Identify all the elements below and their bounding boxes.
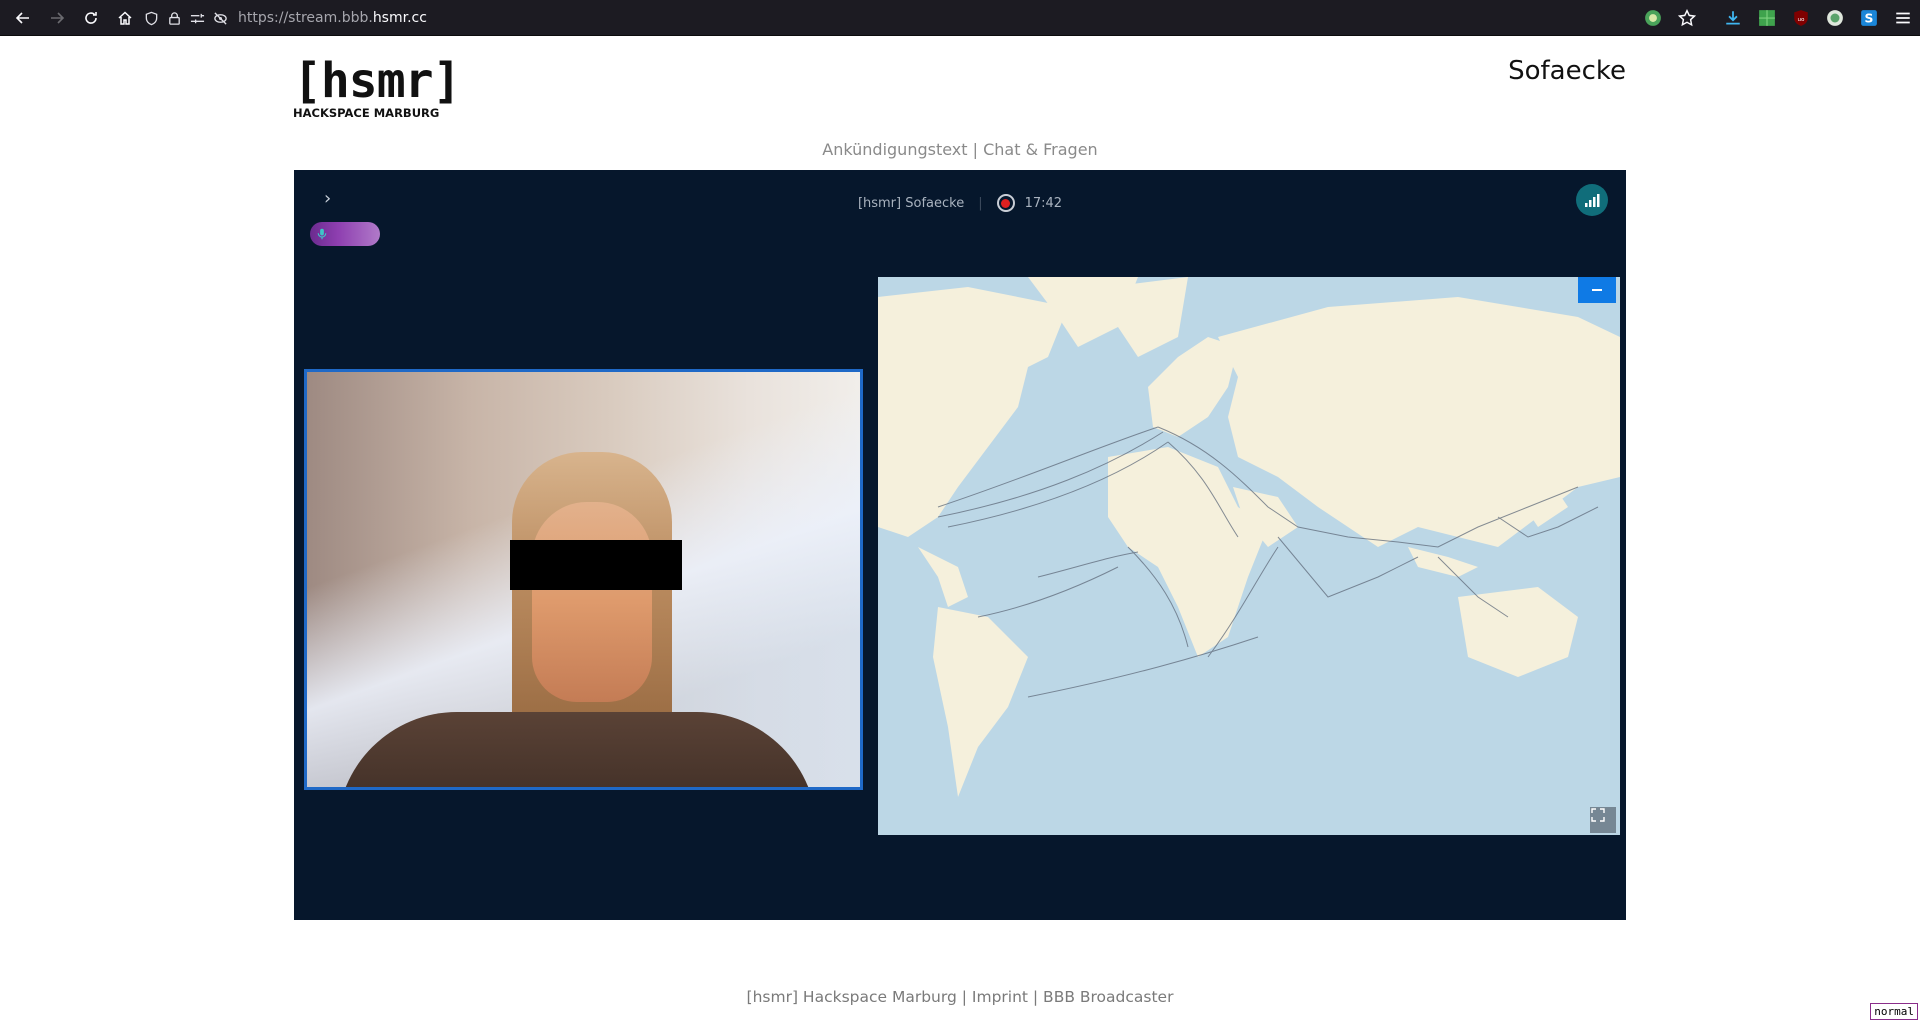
forward-button[interactable] — [42, 3, 72, 33]
home-icon — [118, 10, 132, 25]
download-icon — [1726, 11, 1740, 25]
extension-s-icon[interactable]: S — [1858, 7, 1880, 29]
url-text[interactable]: https://stream.bbb.hsmr.cc — [238, 10, 427, 26]
webcam-person-face — [532, 502, 652, 702]
bookmark-star-button[interactable] — [1676, 7, 1698, 29]
logo-mark: [hsmr] — [293, 53, 461, 109]
home-button[interactable] — [110, 3, 140, 33]
room-title: Sofaecke — [1508, 56, 1626, 86]
minimize-screenshare-button[interactable] — [1578, 277, 1616, 303]
site-status-icon[interactable] — [1642, 7, 1664, 29]
screenshare-map[interactable] — [878, 277, 1620, 835]
url-security-icons — [144, 11, 228, 26]
downloads-button[interactable] — [1722, 7, 1744, 29]
hamburger-icon — [1896, 12, 1910, 24]
permissions-icon[interactable] — [190, 11, 205, 26]
logo-subtitle: HACKSPACE MARBURG — [293, 106, 440, 120]
censor-bar — [510, 540, 682, 590]
shield-icon[interactable] — [144, 11, 159, 26]
microphone-icon — [317, 228, 327, 240]
page-footer: [hsmr] Hackspace Marburg | Imprint | BBB… — [746, 988, 1174, 1006]
svg-text:S: S — [1865, 12, 1874, 26]
toolbar-right: uo S — [1642, 4, 1914, 32]
fullscreen-icon — [1591, 808, 1605, 822]
reload-button[interactable] — [76, 3, 106, 33]
app-menu-button[interactable] — [1892, 7, 1914, 29]
webcam-video[interactable] — [304, 369, 863, 790]
nav-separator: | — [967, 140, 984, 159]
back-button[interactable] — [8, 3, 38, 33]
recording-icon — [996, 194, 1015, 212]
tracking-off-icon[interactable] — [213, 11, 228, 26]
star-icon — [1678, 9, 1696, 27]
nav-link-announcement[interactable]: Ankündigungstext — [822, 140, 967, 159]
url-bar[interactable]: https://stream.bbb.hsmr.cc — [144, 4, 1694, 32]
meeting-header: [hsmr] Sofaecke | 17:42 — [294, 188, 1626, 218]
webcam-person-shoulders — [337, 712, 817, 787]
reload-icon — [85, 11, 97, 24]
browser-toolbar: https://stream.bbb.hsmr.cc uo S — [0, 0, 1920, 36]
fullscreen-button[interactable] — [1590, 807, 1616, 833]
meeting-name: [hsmr] Sofaecke — [857, 195, 965, 211]
arrow-left-icon — [15, 11, 29, 24]
ublock-extension-icon[interactable]: uo — [1790, 7, 1812, 29]
url-host: hsmr.cc — [372, 10, 427, 26]
lock-icon[interactable] — [167, 11, 182, 26]
site-logo[interactable]: [hsmr] HACKSPACE MARBURG — [293, 53, 461, 120]
header-divider: | — [978, 195, 983, 211]
mode-badge: normal — [1870, 1003, 1918, 1020]
arrow-right-icon — [51, 11, 65, 24]
svg-text:uo: uo — [1798, 17, 1806, 23]
stream-player: › [hsmr] Sofaecke | 17:42 — [294, 170, 1626, 920]
extension-green-icon[interactable] — [1756, 7, 1778, 29]
sub-navigation: Ankündigungstext | Chat & Fragen — [0, 140, 1920, 159]
nav-link-chat-questions[interactable]: Chat & Fragen — [983, 140, 1098, 159]
connection-status-button[interactable] — [1576, 184, 1608, 216]
url-prefix: https://stream.bbb. — [238, 10, 373, 26]
world-map-graphic — [878, 277, 1620, 835]
talking-indicator — [310, 222, 380, 246]
extension-globe-icon[interactable] — [1824, 7, 1846, 29]
signal-bars-icon — [1585, 194, 1600, 207]
recording-time: 17:42 — [1024, 195, 1063, 211]
